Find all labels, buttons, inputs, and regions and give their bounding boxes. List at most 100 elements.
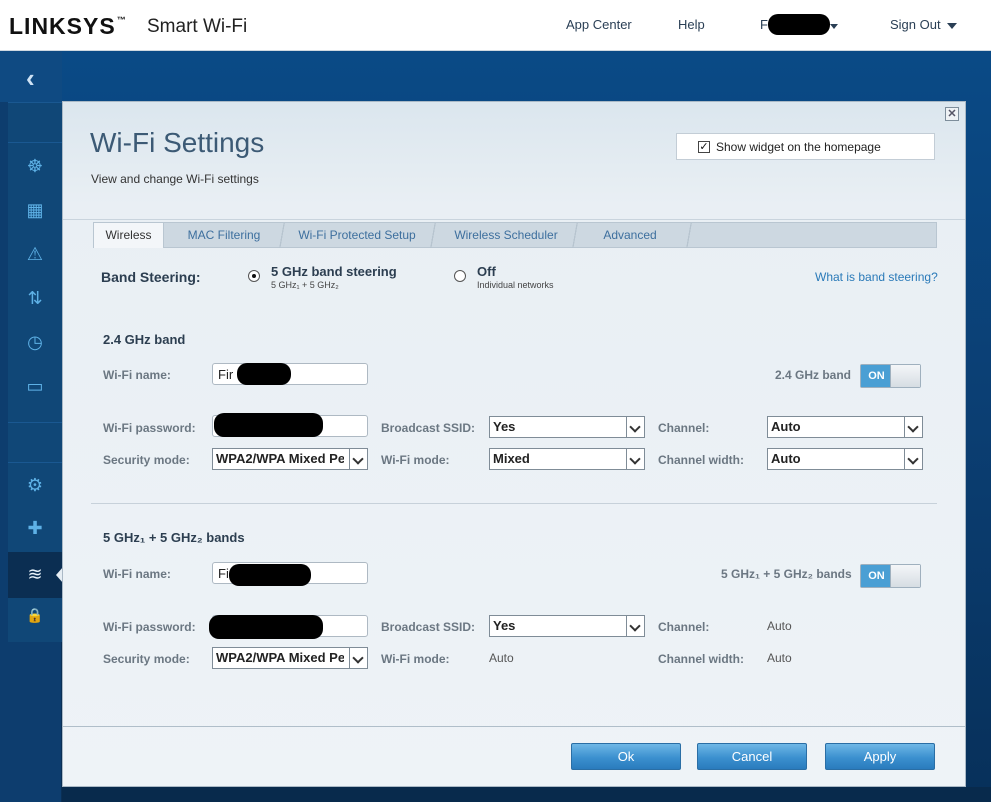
wifi-mode-label-5: Wi-Fi mode:	[381, 652, 450, 666]
device-list-icon[interactable]: ☸	[23, 155, 47, 177]
security-mode-label-24: Security mode:	[103, 453, 190, 467]
tab-advanced[interactable]: Advanced	[582, 223, 678, 248]
show-widget-checkbox[interactable]: ✓	[698, 141, 710, 153]
show-widget-option[interactable]: ✓ Show widget on the homepage	[676, 133, 935, 160]
channel-select-24[interactable]: Auto	[767, 416, 923, 438]
band-steering-on-sublabel: 5 GHz₁ + 5 GHz₂	[271, 280, 339, 290]
media-prioritization-icon[interactable]: ⇅	[23, 287, 47, 309]
sign-out-menu[interactable]: Sign Out	[890, 17, 957, 32]
tab-separator	[277, 223, 287, 248]
channel-width-label-5: Channel width:	[658, 652, 744, 666]
channel-value-24: Auto	[771, 419, 801, 434]
wifi-settings-panel: ✕ Wi-Fi Settings View and change Wi-Fi s…	[62, 101, 966, 787]
channel-label-24: Channel:	[658, 421, 710, 435]
channel-width-select-24[interactable]: Auto	[767, 448, 923, 470]
wifi-settings-icon[interactable]: ≋	[23, 563, 47, 585]
wifi-name-label-24: Wi-Fi name:	[103, 368, 171, 382]
chevron-down-icon	[626, 417, 644, 437]
tab-wifi-protected-setup[interactable]: Wi-Fi Protected Setup	[290, 223, 424, 248]
redacted-username	[768, 14, 830, 35]
linksys-logo[interactable]: LINKSYS™	[9, 13, 127, 40]
collapse-sidebar-button[interactable]: ‹	[0, 51, 62, 102]
left-sidebar: ‹ ☸ ▦ ⚠ ⇅ ◷ ▭ ⚙ ✚ ≋ 🔒	[0, 51, 63, 802]
wifi-name-value-5: Fi	[218, 566, 229, 581]
footer-divider	[63, 726, 965, 727]
wifi-mode-select-24[interactable]: Mixed	[489, 448, 645, 470]
back-arrow-icon: ‹	[26, 63, 35, 93]
broadcast-ssid-select-5[interactable]: Yes	[489, 615, 645, 637]
band-toggle-label-5: 5 GHz₁ + 5 GHz₂ bands	[721, 567, 852, 581]
logo-trademark: ™	[116, 15, 127, 25]
security-lock-icon[interactable]: 🔒	[23, 604, 47, 626]
wifi-password-label-24: Wi-Fi password:	[103, 421, 196, 435]
security-mode-value-5: WPA2/WPA Mixed Pe	[216, 650, 344, 665]
user-menu-chevron-icon[interactable]	[830, 24, 838, 29]
wifi-mode-value-5: Auto	[489, 651, 514, 665]
channel-width-value-5: Auto	[767, 651, 792, 665]
tab-wireless-scheduler[interactable]: Wireless Scheduler	[442, 223, 570, 248]
top-header: LINKSYS™ Smart Wi-Fi App Center Help F S…	[0, 0, 991, 51]
band-steering-label: Band Steering:	[101, 269, 201, 285]
user-name: F	[760, 17, 768, 32]
chevron-down-icon	[904, 449, 922, 469]
app-center-link[interactable]: App Center	[566, 17, 632, 32]
band-steering-off-label: Off	[477, 264, 496, 279]
security-mode-select-5[interactable]: WPA2/WPA Mixed Pe	[212, 647, 368, 669]
settings-gear-icon[interactable]: ⚙	[23, 474, 47, 496]
chevron-down-icon	[626, 616, 644, 636]
apply-button[interactable]: Apply	[825, 743, 935, 770]
band-toggle-5[interactable]: ON	[860, 564, 921, 588]
close-icon[interactable]: ✕	[945, 107, 959, 121]
user-menu[interactable]: F	[760, 17, 768, 32]
sign-out-label: Sign Out	[890, 17, 941, 32]
chevron-down-icon	[626, 449, 644, 469]
tab-separator	[570, 223, 580, 248]
product-name: Smart Wi-Fi	[147, 16, 248, 37]
toggle-on-label: ON	[861, 565, 892, 587]
tab-mac-filtering[interactable]: MAC Filtering	[174, 223, 274, 248]
wifi-mode-value-24: Mixed	[493, 451, 530, 466]
chevron-down-icon	[946, 22, 957, 29]
toggle-knob	[890, 365, 920, 387]
channel-label-5: Channel:	[658, 620, 710, 634]
redacted-password	[214, 413, 323, 437]
security-mode-value-24: WPA2/WPA Mixed Pe	[216, 451, 344, 466]
band-steering-off-sublabel: Individual networks	[477, 280, 554, 290]
section-title-24ghz: 2.4 GHz band	[103, 332, 186, 347]
band-toggle-label-24: 2.4 GHz band	[775, 368, 852, 382]
channel-width-label-24: Channel width:	[658, 453, 744, 467]
wifi-password-label-5: Wi-Fi password:	[103, 620, 196, 634]
usb-storage-icon[interactable]: ▭	[23, 375, 47, 397]
speed-test-icon[interactable]: ◷	[23, 331, 47, 353]
tab-wireless[interactable]: Wireless	[94, 223, 164, 248]
logo-text: LINKSYS	[9, 13, 116, 39]
band-steering-help-link[interactable]: What is band steering?	[815, 270, 938, 284]
chevron-down-icon	[349, 648, 367, 668]
ok-button[interactable]: Ok	[571, 743, 681, 770]
wifi-name-value-24: Fir	[218, 367, 234, 382]
redacted-password	[209, 615, 323, 639]
show-widget-label: Show widget on the homepage	[716, 140, 881, 154]
section-title-5ghz: 5 GHz₁ + 5 GHz₂ bands	[103, 530, 245, 545]
broadcast-ssid-select-24[interactable]: Yes	[489, 416, 645, 438]
toggle-knob	[890, 565, 920, 587]
broadcast-ssid-value-24: Yes	[493, 419, 516, 434]
calendar-icon[interactable]: ▦	[23, 199, 47, 221]
channel-width-value-24: Auto	[771, 451, 801, 466]
troubleshooting-icon[interactable]: ✚	[23, 517, 47, 539]
cancel-button[interactable]: Cancel	[697, 743, 807, 770]
radio-selected-dot	[252, 274, 256, 278]
band-section-divider	[91, 503, 937, 504]
redacted-ssid	[237, 363, 291, 385]
band-steering-off-radio[interactable]	[454, 270, 466, 282]
page-footer-strip	[62, 787, 991, 802]
band-toggle-24[interactable]: ON	[860, 364, 921, 388]
tab-separator	[428, 223, 438, 248]
toggle-on-label: ON	[861, 365, 892, 387]
band-steering-on-radio[interactable]	[248, 270, 260, 282]
chevron-down-icon	[904, 417, 922, 437]
security-mode-select-24[interactable]: WPA2/WPA Mixed Pe	[212, 448, 368, 470]
wifi-name-label-5: Wi-Fi name:	[103, 567, 171, 581]
warning-icon[interactable]: ⚠	[23, 243, 47, 265]
help-link[interactable]: Help	[678, 17, 705, 32]
